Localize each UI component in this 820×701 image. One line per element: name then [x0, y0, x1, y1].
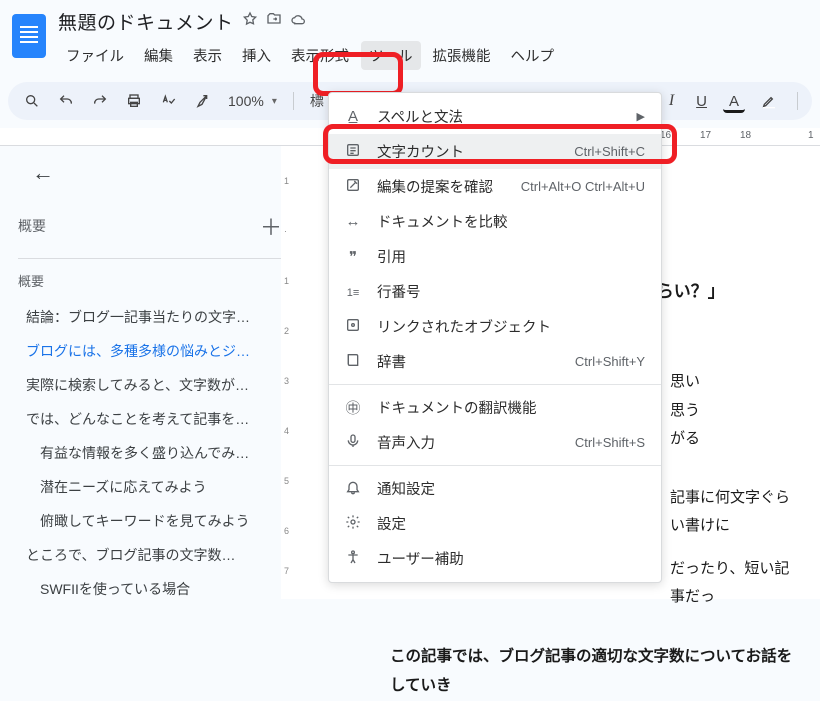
- highlight-button[interactable]: [755, 89, 783, 113]
- menu-divider: [329, 465, 661, 466]
- mic-icon: [343, 433, 363, 453]
- outline-item[interactable]: 実際に検索してみると、文字数が…: [18, 368, 282, 402]
- add-outline-icon[interactable]: ＋: [260, 210, 282, 242]
- menu-view[interactable]: 表示: [185, 41, 230, 70]
- menubar: ファイル 編集 表示 挿入 表示形式 ツール 拡張機能 ヘルプ: [58, 41, 810, 70]
- compare-icon: ↔: [343, 213, 363, 230]
- outline-item[interactable]: 結論：ブログ一記事当たりの文字…: [18, 300, 282, 334]
- doc-sentence: この記事では、ブログ記事の適切な文字数についてお話をしていき: [340, 642, 800, 701]
- underline-button[interactable]: U: [690, 89, 713, 114]
- menu-translate[interactable]: ㊥ ドキュメントの翻訳機能: [329, 390, 661, 425]
- dict-icon: [343, 352, 363, 372]
- menu-spellcheck[interactable]: A̲ スペルと文法 ▶: [329, 99, 661, 134]
- doc-line: 思う: [670, 397, 800, 426]
- menu-divider: [329, 384, 661, 385]
- zoom-value: 100%: [228, 93, 264, 109]
- spellcheck-icon: A̲: [343, 108, 363, 125]
- outline-item[interactable]: ブログには、多種多様の悩みとジ…: [18, 334, 282, 368]
- cloud-status-icon[interactable]: [290, 11, 306, 32]
- outline-header-label: 概要: [18, 216, 46, 236]
- quote-icon: ❞: [343, 248, 363, 266]
- menu-help[interactable]: ヘルプ: [503, 41, 563, 70]
- doc-title[interactable]: 無題のドキュメント: [58, 8, 234, 35]
- ruler-mark: 18: [740, 130, 751, 141]
- linenum-icon: 1≡: [343, 283, 363, 300]
- menu-format[interactable]: 表示形式: [283, 41, 357, 70]
- menu-compare-docs[interactable]: ↔ ドキュメントを比較: [329, 204, 661, 239]
- menu-voice-typing[interactable]: 音声入力 Ctrl+Shift+S: [329, 425, 661, 460]
- redo-icon[interactable]: [86, 89, 114, 113]
- wordcount-icon: [343, 142, 363, 162]
- menu-addons[interactable]: 拡張機能: [425, 41, 499, 70]
- back-arrow-icon[interactable]: ←: [32, 160, 282, 186]
- tools-dropdown: A̲ スペルと文法 ▶ 文字カウント Ctrl+Shift+C 編集の提案を確認…: [328, 92, 662, 583]
- menu-accessibility[interactable]: ユーザー補助: [329, 541, 661, 576]
- undo-icon[interactable]: [52, 89, 80, 113]
- paint-format-icon[interactable]: [188, 89, 216, 113]
- menu-preferences[interactable]: 設定: [329, 506, 661, 541]
- outline-item[interactable]: ところで、ブログ記事の文字数…: [18, 538, 282, 572]
- doc-line: がる: [670, 425, 800, 454]
- divider: [18, 258, 282, 259]
- settings-icon: [343, 514, 363, 534]
- outline-item[interactable]: 潜在ニーズに応えてみよう: [18, 470, 282, 504]
- italic-button[interactable]: I: [663, 88, 680, 114]
- text-color-button[interactable]: A: [723, 89, 745, 113]
- a11y-icon: [343, 549, 363, 569]
- spellcheck-icon[interactable]: [154, 89, 182, 113]
- heading-fragment: らい？」: [657, 282, 725, 301]
- outline-item[interactable]: SWFIIを使っている場合: [18, 572, 282, 606]
- outline-sidebar: ← 概要 ＋ 概要 結論：ブログ一記事当たりの文字… ブログには、多種多様の悩み…: [0, 146, 300, 599]
- outline-item[interactable]: 俯瞰してキーワードを見てみよう: [18, 504, 282, 538]
- menu-notifications[interactable]: 通知設定: [329, 471, 661, 506]
- ruler-mark: 1: [808, 130, 814, 141]
- chevron-right-icon: ▶: [637, 110, 645, 123]
- menu-dictionary[interactable]: 辞書 Ctrl+Shift+Y: [329, 344, 661, 379]
- menu-review-suggestions[interactable]: 編集の提案を確認 Ctrl+Alt+O Ctrl+Alt+U: [329, 169, 661, 204]
- outline-list: 結論：ブログ一記事当たりの文字… ブログには、多種多様の悩みとジ… 実際に検索し…: [18, 300, 282, 606]
- docs-app-icon[interactable]: [12, 14, 46, 58]
- print-icon[interactable]: [120, 89, 148, 113]
- suggest-icon: [343, 177, 363, 197]
- outline-item[interactable]: 有益な情報を多く盛り込んでみ…: [18, 436, 282, 470]
- ruler-mark: 17: [700, 130, 711, 141]
- translate-icon: ㊥: [343, 397, 363, 418]
- menu-citations[interactable]: ❞ 引用: [329, 239, 661, 274]
- search-icon[interactable]: [18, 89, 46, 113]
- menu-line-numbers[interactable]: 1≡ 行番号: [329, 274, 661, 309]
- vertical-ruler[interactable]: 1 · 1 2 3 4 5 6 7: [281, 146, 301, 599]
- bell-icon: [343, 479, 363, 499]
- menu-file[interactable]: ファイル: [58, 41, 132, 70]
- star-icon[interactable]: [242, 11, 258, 32]
- menu-tools[interactable]: ツール: [361, 41, 421, 70]
- menu-word-count[interactable]: 文字カウント Ctrl+Shift+C: [329, 134, 661, 169]
- move-file-icon[interactable]: [266, 11, 282, 32]
- outline-item[interactable]: では、どんなことを考えて記事を…: [18, 402, 282, 436]
- doc-line: 思い: [670, 368, 800, 397]
- menu-edit[interactable]: 編集: [136, 41, 181, 70]
- outline-section: 概要: [18, 271, 282, 290]
- menu-linked-objects[interactable]: リンクされたオブジェクト: [329, 309, 661, 344]
- zoom-select[interactable]: 100%: [222, 89, 283, 113]
- linked-icon: [343, 317, 363, 337]
- menu-insert[interactable]: 挿入: [234, 41, 279, 70]
